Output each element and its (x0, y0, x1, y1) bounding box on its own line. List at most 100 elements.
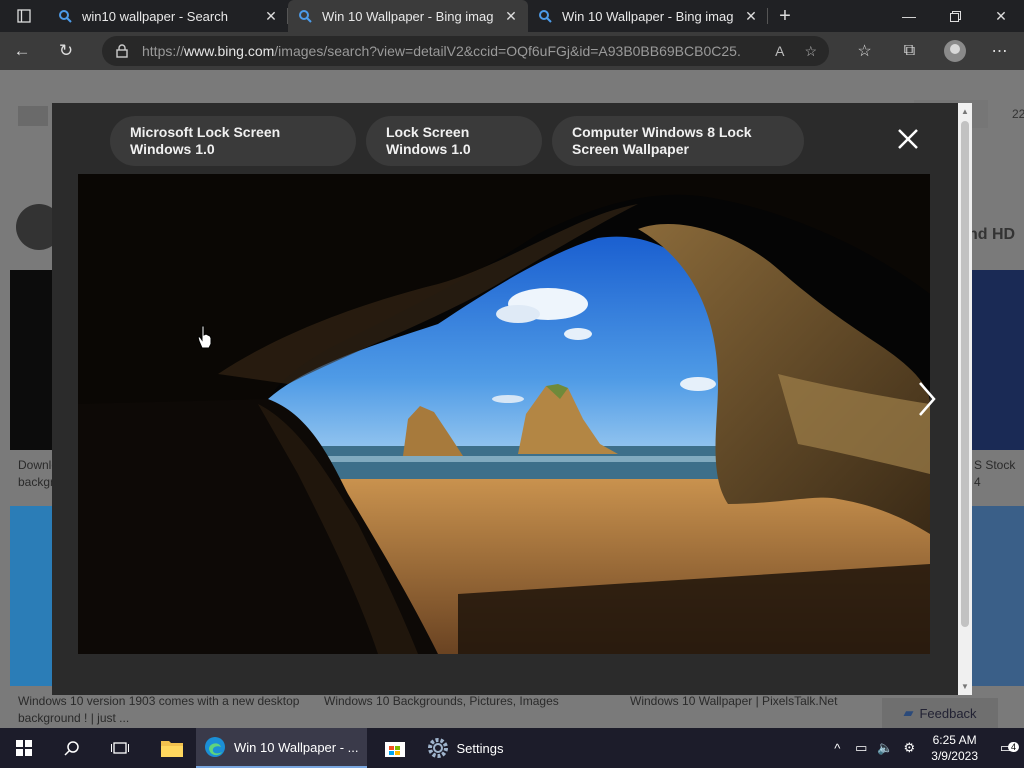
bing-logo (18, 106, 48, 126)
restore-button[interactable] (932, 0, 978, 32)
tab-strip: win10 wallpaper - Search ✕ Win 10 Wallpa… (0, 0, 1024, 32)
taskbar-app-settings[interactable]: Settings (419, 728, 512, 768)
edge-icon (205, 737, 225, 757)
menu-button[interactable]: ⋯ (977, 41, 1022, 61)
start-button[interactable] (0, 728, 48, 768)
tab-close-icon[interactable]: ✕ (744, 8, 758, 25)
result-caption[interactable]: S Stock 4 (974, 457, 1024, 491)
taskbar: Win 10 Wallpaper - ... Settings ^ ▭ 🔈 ⚙ … (0, 728, 1024, 768)
close-modal-button[interactable] (892, 123, 924, 155)
tab-actions-icon (17, 9, 31, 23)
close-icon (898, 129, 918, 149)
cave-beach-illustration (78, 174, 930, 654)
system-tray: ^ ▭ 🔈 ⚙ 6:25 AM 3/9/2023 ▭ 4 (825, 728, 1024, 768)
new-tab-button[interactable]: + (768, 0, 802, 32)
back-arrow-icon: ← (13, 41, 31, 60)
toolbar-right: ☆ ⧉ ⋯ (842, 32, 1022, 70)
chat-bubble-icon: ▰ (903, 705, 914, 720)
close-icon: ✕ (995, 7, 1007, 24)
task-view-button[interactable] (96, 728, 144, 768)
network-icon[interactable]: ▭ (849, 740, 873, 756)
clock-date: 3/9/2023 (931, 749, 978, 763)
show-hidden-icons-icon[interactable]: ^ (825, 741, 849, 756)
feedback-button[interactable]: ▰ Feedback (882, 698, 998, 728)
collections-button[interactable]: ⧉ (887, 42, 932, 60)
refresh-button[interactable]: ↻ (44, 32, 88, 70)
tab-close-icon[interactable]: ✕ (504, 8, 518, 25)
next-image-button[interactable] (914, 379, 940, 419)
bing-search-icon (59, 10, 72, 23)
tab-close-icon[interactable]: ✕ (264, 8, 278, 25)
page-count: 22 (1012, 107, 1024, 121)
result-thumb[interactable] (10, 270, 52, 450)
scroll-up-icon[interactable]: ▲ (961, 107, 969, 116)
address-url[interactable]: https://www.bing.com/images/search?view=… (142, 43, 742, 59)
scrollbar-thumb[interactable] (961, 121, 969, 627)
notification-count: 4 (1007, 742, 1019, 752)
feedback-label: Feedback (919, 705, 977, 721)
minimize-icon: — (902, 8, 916, 24)
screen: win10 wallpaper - Search ✕ Win 10 Wallpa… (0, 0, 1024, 768)
taskbar-app-edge[interactable]: Win 10 Wallpaper - ... (196, 728, 367, 768)
result-thumb[interactable] (10, 506, 52, 686)
window-controls: — ✕ (886, 0, 1024, 32)
taskbar-app-explorer[interactable] (148, 728, 196, 768)
more-dots-icon: ⋯ (991, 43, 1008, 60)
refresh-icon: ↻ (58, 41, 74, 60)
back-button[interactable]: ← (0, 32, 44, 70)
search-button[interactable] (48, 728, 96, 768)
favorites-icon: ☆ (857, 43, 872, 60)
related-searches: Microsoft Lock Screen Windows 1.0 Lock S… (110, 116, 804, 166)
address-bar[interactable]: https://www.bing.com/images/search?view=… (102, 36, 829, 66)
tab-title: Win 10 Wallpaper - Bing images (562, 8, 734, 24)
image-detail-modal: Microsoft Lock Screen Windows 1.0 Lock S… (52, 103, 958, 695)
taskbar-app-store[interactable] (371, 728, 419, 768)
tab-1[interactable]: Win 10 Wallpaper - Bing images ✕ (288, 0, 528, 32)
related-search-chip[interactable]: Computer Windows 8 Lock Screen Wallpaper (552, 116, 804, 166)
windows-logo-icon (16, 740, 32, 756)
read-aloud-icon[interactable]: A (775, 43, 784, 60)
taskbar-app-label: Settings (456, 740, 504, 756)
task-view-icon (111, 742, 129, 754)
settings-tray-icon[interactable]: ⚙ (897, 740, 921, 756)
browser-toolbar: ← ↻ https://www.bing.com/images/search?v… (0, 32, 1024, 70)
tab-title: Win 10 Wallpaper - Bing images (322, 8, 494, 24)
clock-time: 6:25 AM (932, 733, 977, 747)
close-window-button[interactable]: ✕ (978, 0, 1024, 32)
bing-search-icon (299, 10, 312, 23)
profile-button[interactable] (932, 40, 977, 62)
bing-search-icon (539, 10, 552, 23)
volume-icon[interactable]: 🔈 (873, 740, 897, 756)
tab-actions-button[interactable] (0, 0, 48, 32)
scroll-down-icon[interactable]: ▼ (961, 682, 969, 691)
search-icon (64, 741, 79, 756)
add-favorite-icon[interactable]: ☆ (804, 43, 817, 60)
url-path: /images/search?view=detailV2&ccid=OQf6uF… (274, 43, 742, 59)
favorites-button[interactable]: ☆ (842, 41, 887, 61)
related-search-chip[interactable]: Microsoft Lock Screen Windows 1.0 (110, 116, 356, 166)
store-icon (384, 742, 405, 757)
result-caption[interactable]: Windows 10 version 1903 comes with a new… (18, 693, 318, 727)
result-thumb[interactable] (972, 506, 1024, 686)
tab-2[interactable]: Win 10 Wallpaper - Bing images ✕ (528, 0, 768, 32)
result-thumb[interactable] (972, 270, 1024, 450)
tab-separator (767, 8, 768, 24)
result-caption[interactable]: Windows 10 Wallpaper | PixelsTalk.Net (630, 693, 837, 710)
wallpaper-image[interactable] (78, 174, 930, 654)
tab-title: win10 wallpaper - Search (82, 8, 228, 24)
taskbar-app-label: Win 10 Wallpaper - ... (234, 739, 359, 755)
related-label[interactable]: nd HD (968, 226, 1015, 243)
related-search-chip[interactable]: Lock Screen Windows 1.0 (366, 116, 542, 166)
tab-0[interactable]: win10 wallpaper - Search ✕ (48, 0, 288, 32)
result-caption[interactable]: Windows 10 Backgrounds, Pictures, Images (324, 693, 559, 710)
restore-icon (949, 10, 961, 22)
address-actions: A ☆ (775, 43, 817, 60)
file-explorer-icon (161, 741, 183, 757)
url-scheme: https:// (142, 43, 185, 59)
minimize-button[interactable]: — (886, 0, 932, 32)
clock[interactable]: 6:25 AM 3/9/2023 (921, 732, 988, 764)
action-center-button[interactable]: ▭ 4 (988, 740, 1024, 756)
modal-scrollbar[interactable]: ▲ ▼ (958, 103, 972, 695)
plus-icon: + (779, 4, 791, 27)
lock-icon[interactable] (116, 44, 128, 58)
